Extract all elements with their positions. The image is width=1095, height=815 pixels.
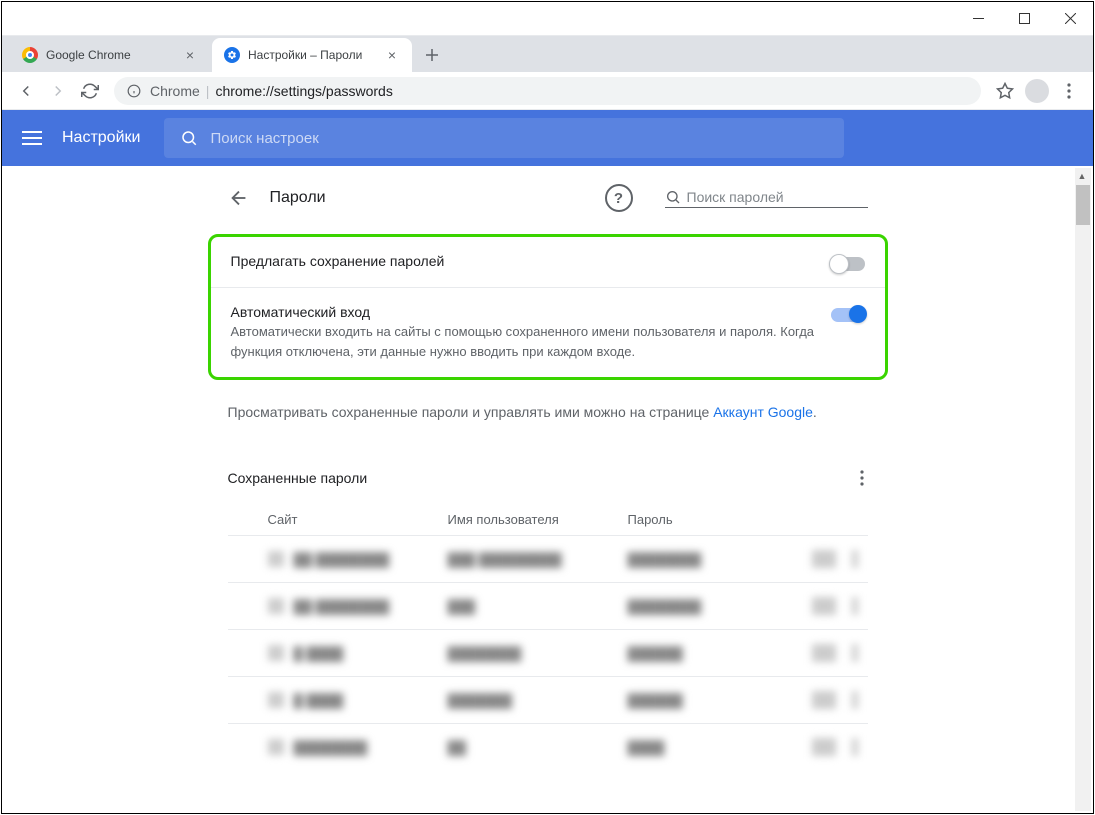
- page-header: Пароли ?: [208, 166, 888, 226]
- offer-save-title: Предлагать сохранение паролей: [231, 253, 831, 269]
- auto-login-toggle[interactable]: [831, 308, 865, 322]
- site-cell: █ ████: [294, 693, 344, 708]
- col-pass: Пароль: [628, 512, 748, 527]
- close-icon[interactable]: ×: [384, 47, 400, 63]
- site-favicon: [268, 692, 284, 708]
- col-site: Сайт: [268, 512, 448, 527]
- offer-save-row: Предлагать сохранение паролей: [211, 237, 885, 288]
- hamburger-icon[interactable]: [22, 131, 42, 145]
- passwords-table: Сайт Имя пользователя Пароль ██ ████████…: [228, 500, 868, 770]
- settings-title: Настройки: [62, 129, 140, 147]
- table-row[interactable]: ██ ███████████████████: [228, 582, 868, 629]
- table-row[interactable]: █ ██████████████████: [228, 629, 868, 676]
- scroll-thumb[interactable]: [1076, 185, 1090, 225]
- new-tab-button[interactable]: [418, 41, 446, 69]
- content-area: Настройки Пароли ?: [2, 110, 1093, 813]
- browser-window: Google Chrome × Настройки – Пароли × Chr…: [1, 1, 1094, 814]
- show-password-button[interactable]: [812, 644, 836, 662]
- row-menu-button[interactable]: [852, 644, 858, 662]
- tab-title: Google Chrome: [46, 48, 182, 62]
- avatar-icon: [1025, 79, 1049, 103]
- pass-cell: ██████: [628, 693, 683, 708]
- password-search[interactable]: [665, 189, 868, 208]
- google-account-link[interactable]: Аккаунт Google: [713, 404, 813, 420]
- user-cell: ███: [448, 599, 476, 614]
- row-menu-button[interactable]: [852, 597, 858, 615]
- minimize-button[interactable]: [955, 2, 1001, 36]
- settings-search[interactable]: [164, 118, 844, 158]
- chrome-icon: [22, 47, 38, 63]
- user-cell: ████████: [448, 646, 522, 661]
- back-arrow-button[interactable]: [228, 187, 250, 209]
- tab-1[interactable]: Настройки – Пароли ×: [212, 38, 412, 72]
- col-user: Имя пользователя: [448, 512, 628, 527]
- show-password-button[interactable]: [812, 691, 836, 709]
- address-bar[interactable]: Chrome | chrome://settings/passwords: [114, 77, 981, 105]
- auto-login-desc: Автоматически входить на сайты с помощью…: [231, 322, 831, 361]
- settings-body: Пароли ? Предлагать сохранение паролей: [2, 166, 1093, 813]
- page-title: Пароли: [270, 189, 326, 207]
- forward-button[interactable]: [42, 75, 74, 107]
- show-password-button[interactable]: [812, 550, 836, 568]
- close-icon[interactable]: ×: [182, 47, 198, 63]
- search-icon: [180, 129, 198, 147]
- show-password-button[interactable]: [812, 597, 836, 615]
- scroll-up-icon[interactable]: ▲: [1075, 168, 1089, 184]
- settings-icon: [224, 47, 240, 63]
- pass-cell: ████████: [628, 552, 702, 567]
- search-icon: [665, 189, 681, 205]
- table-row[interactable]: ██████████████: [228, 723, 868, 770]
- help-button[interactable]: ?: [605, 184, 633, 212]
- pass-cell: ████████: [628, 599, 702, 614]
- address-origin: Chrome: [150, 83, 200, 99]
- site-cell: █ ████: [294, 646, 344, 661]
- site-favicon: [268, 739, 284, 755]
- toggles-card: Предлагать сохранение паролей Автоматиче…: [208, 234, 888, 380]
- row-menu-button[interactable]: [852, 550, 858, 568]
- reload-button[interactable]: [74, 75, 106, 107]
- back-button[interactable]: [10, 75, 42, 107]
- pass-cell: ██████: [628, 646, 683, 661]
- saved-passwords-title: Сохраненные пароли: [228, 470, 368, 486]
- tab-title: Настройки – Пароли: [248, 48, 384, 62]
- row-menu-button[interactable]: [852, 738, 858, 756]
- site-favicon: [268, 645, 284, 661]
- user-cell: ██: [448, 740, 466, 755]
- auto-login-row: Автоматический вход Автоматически входит…: [211, 288, 885, 377]
- site-favicon: [268, 551, 284, 567]
- saved-passwords-section: Сохраненные пароли Сайт Имя пользователя…: [208, 456, 888, 770]
- site-cell: ████████: [294, 740, 368, 755]
- bookmark-button[interactable]: [989, 75, 1021, 107]
- scrollbar[interactable]: ▲: [1075, 168, 1091, 811]
- row-menu-button[interactable]: [852, 691, 858, 709]
- toolbar: Chrome | chrome://settings/passwords: [2, 72, 1093, 110]
- password-search-input[interactable]: [687, 189, 868, 205]
- window-titlebar: [2, 2, 1093, 36]
- site-favicon: [268, 598, 284, 614]
- user-cell: ███████: [448, 693, 512, 708]
- profile-button[interactable]: [1021, 75, 1053, 107]
- user-cell: ███ █████████: [448, 552, 562, 567]
- show-password-button[interactable]: [812, 738, 836, 756]
- offer-save-toggle[interactable]: [831, 257, 865, 271]
- address-path: chrome://settings/passwords: [215, 83, 392, 99]
- tab-0[interactable]: Google Chrome ×: [10, 38, 210, 72]
- site-cell: ██ ████████: [294, 599, 390, 614]
- site-cell: ██ ████████: [294, 552, 390, 567]
- chrome-menu-button[interactable]: [1053, 75, 1085, 107]
- site-info-icon[interactable]: [126, 83, 142, 99]
- settings-search-input[interactable]: [210, 130, 828, 147]
- tab-strip: Google Chrome × Настройки – Пароли ×: [2, 36, 1093, 72]
- more-options-button[interactable]: [856, 466, 868, 490]
- settings-header: Настройки: [2, 110, 1093, 166]
- pass-cell: ████: [628, 740, 665, 755]
- table-row[interactable]: ██ ████████ ███ █████████ ████████: [228, 535, 868, 582]
- table-header: Сайт Имя пользователя Пароль: [228, 500, 868, 535]
- close-button[interactable]: [1047, 2, 1093, 36]
- manage-passwords-text: Просматривать сохраненные пароли и управ…: [208, 388, 888, 436]
- maximize-button[interactable]: [1001, 2, 1047, 36]
- auto-login-title: Автоматический вход: [231, 304, 831, 320]
- table-row[interactable]: █ █████████████████: [228, 676, 868, 723]
